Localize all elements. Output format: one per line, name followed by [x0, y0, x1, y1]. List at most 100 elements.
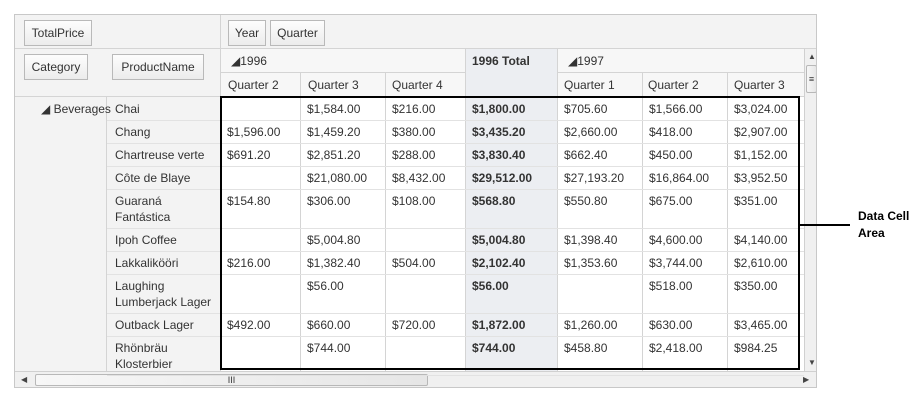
- data-cell[interactable]: $492.00: [227, 318, 270, 332]
- data-cell[interactable]: $1,152.00: [734, 148, 787, 162]
- data-cell[interactable]: $3,024.00: [734, 102, 787, 116]
- row-divider: [107, 274, 804, 275]
- quarter-header: Quarter 3: [308, 78, 359, 92]
- vertical-scrollbar[interactable]: ▲ ≡ ▼: [804, 49, 816, 371]
- data-cell[interactable]: $518.00: [649, 279, 692, 293]
- field-button-year[interactable]: Year: [228, 20, 266, 46]
- total-cell[interactable]: $3,830.40: [472, 148, 525, 162]
- data-cell[interactable]: $2,907.00: [734, 125, 787, 139]
- field-button-quarter[interactable]: Quarter: [270, 20, 325, 46]
- total-cell[interactable]: $568.80: [472, 194, 515, 208]
- data-cell[interactable]: $1,459.20: [307, 125, 360, 139]
- row-divider: [107, 143, 804, 144]
- scroll-up-icon[interactable]: ▲: [808, 52, 816, 61]
- row-divider: [107, 166, 804, 167]
- total-cell[interactable]: $3,435.20: [472, 125, 525, 139]
- row-header-product[interactable]: Côte de Blaye: [107, 170, 217, 186]
- data-cell[interactable]: $108.00: [392, 194, 435, 208]
- data-cell[interactable]: $458.80: [564, 341, 607, 355]
- total-cell[interactable]: $1,872.00: [472, 318, 525, 332]
- vertical-scroll-thumb[interactable]: ≡: [806, 65, 816, 93]
- data-cell[interactable]: $56.00: [307, 279, 344, 293]
- data-cell[interactable]: $2,610.00: [734, 256, 787, 270]
- data-cell[interactable]: $660.00: [307, 318, 350, 332]
- data-cell[interactable]: $1,566.00: [649, 102, 702, 116]
- data-cell[interactable]: $2,418.00: [649, 341, 702, 355]
- data-cell[interactable]: $216.00: [227, 256, 270, 270]
- data-cell[interactable]: $984.25: [734, 341, 777, 355]
- data-cell[interactable]: $5,004.80: [307, 233, 360, 247]
- horizontal-scrollbar[interactable]: ◀ III ▶: [15, 371, 816, 387]
- data-cell[interactable]: $3,744.00: [649, 256, 702, 270]
- total-cell[interactable]: $1,800.00: [472, 102, 525, 116]
- data-cell[interactable]: $1,398.40: [564, 233, 617, 247]
- field-button-productname[interactable]: ProductName: [112, 54, 204, 80]
- data-cell[interactable]: $2,660.00: [564, 125, 617, 139]
- data-cell[interactable]: $16,864.00: [649, 171, 709, 185]
- thumb-grip-icon: ≡: [808, 74, 815, 84]
- data-cell[interactable]: $418.00: [649, 125, 692, 139]
- data-cell[interactable]: $630.00: [649, 318, 692, 332]
- data-cell[interactable]: $675.00: [649, 194, 692, 208]
- data-cell[interactable]: $504.00: [392, 256, 435, 270]
- total-cell[interactable]: $744.00: [472, 341, 515, 355]
- row-header-product[interactable]: Chang: [107, 124, 217, 140]
- data-cell[interactable]: $4,600.00: [649, 233, 702, 247]
- data-cell[interactable]: $306.00: [307, 194, 350, 208]
- data-cell[interactable]: $3,952.50: [734, 171, 787, 185]
- year-header-1996[interactable]: ◢1996: [231, 54, 267, 68]
- total-cell[interactable]: $29,512.00: [472, 171, 532, 185]
- data-cell[interactable]: $1,382.40: [307, 256, 360, 270]
- field-label: TotalPrice: [31, 26, 85, 40]
- scroll-right-icon[interactable]: ▶: [803, 375, 809, 384]
- row-header-product[interactable]: Chartreuse verte: [107, 147, 217, 163]
- total-cell[interactable]: $2,102.40: [472, 256, 525, 270]
- data-cell[interactable]: $450.00: [649, 148, 692, 162]
- category-beverages[interactable]: ◢ Beverages: [41, 102, 111, 116]
- data-cell[interactable]: $27,193.20: [564, 171, 624, 185]
- data-cell[interactable]: $550.80: [564, 194, 607, 208]
- data-cell[interactable]: $691.20: [227, 148, 270, 162]
- year-header-1997[interactable]: ◢1997: [568, 54, 604, 68]
- row-header-product[interactable]: Outback Lager: [107, 317, 217, 333]
- callout-line2: Area: [858, 226, 885, 240]
- year-total-header: 1996 Total: [472, 54, 530, 68]
- field-label: Quarter: [277, 26, 318, 40]
- total-cell[interactable]: $5,004.80: [472, 233, 525, 247]
- field-button-category[interactable]: Category: [24, 54, 88, 80]
- row-header-product[interactable]: Lakkalikööri: [107, 255, 217, 271]
- row-header-product[interactable]: Chai: [107, 101, 217, 117]
- field-label: Category: [31, 60, 81, 74]
- field-label: Year: [234, 26, 260, 40]
- data-cell[interactable]: $2,851.20: [307, 148, 360, 162]
- data-cell[interactable]: $8,432.00: [392, 171, 445, 185]
- scroll-down-icon[interactable]: ▼: [808, 358, 816, 367]
- data-cell[interactable]: $21,080.00: [307, 171, 367, 185]
- data-cell[interactable]: $154.80: [227, 194, 270, 208]
- data-cell[interactable]: $1,260.00: [564, 318, 617, 332]
- data-cell[interactable]: $3,465.00: [734, 318, 787, 332]
- data-cell[interactable]: $1,596.00: [227, 125, 280, 139]
- data-cell[interactable]: $1,584.00: [307, 102, 360, 116]
- row-header-product[interactable]: Guaraná Fantástica: [107, 193, 217, 225]
- data-cell[interactable]: $216.00: [392, 102, 435, 116]
- row-header-product[interactable]: Ipoh Coffee: [107, 232, 217, 248]
- data-cell[interactable]: $380.00: [392, 125, 435, 139]
- data-cell[interactable]: $350.00: [734, 279, 777, 293]
- quarter-header: Quarter 1: [564, 78, 615, 92]
- row-header-product[interactable]: Laughing Lumberjack Lager: [107, 278, 217, 310]
- data-cell[interactable]: $662.40: [564, 148, 607, 162]
- data-cell[interactable]: $4,140.00: [734, 233, 787, 247]
- row-header-product[interactable]: Rhönbräu Klosterbier: [107, 340, 217, 372]
- data-cell[interactable]: $1,353.60: [564, 256, 617, 270]
- row-divider: [107, 251, 804, 252]
- data-cell[interactable]: $288.00: [392, 148, 435, 162]
- data-cell[interactable]: $744.00: [307, 341, 350, 355]
- data-cell[interactable]: $705.60: [564, 102, 607, 116]
- total-cell[interactable]: $56.00: [472, 279, 509, 293]
- data-cell[interactable]: $351.00: [734, 194, 777, 208]
- scroll-left-icon[interactable]: ◀: [21, 375, 27, 384]
- data-cell[interactable]: $720.00: [392, 318, 435, 332]
- row-divider: [107, 375, 804, 376]
- field-button-totalprice[interactable]: TotalPrice: [24, 20, 92, 46]
